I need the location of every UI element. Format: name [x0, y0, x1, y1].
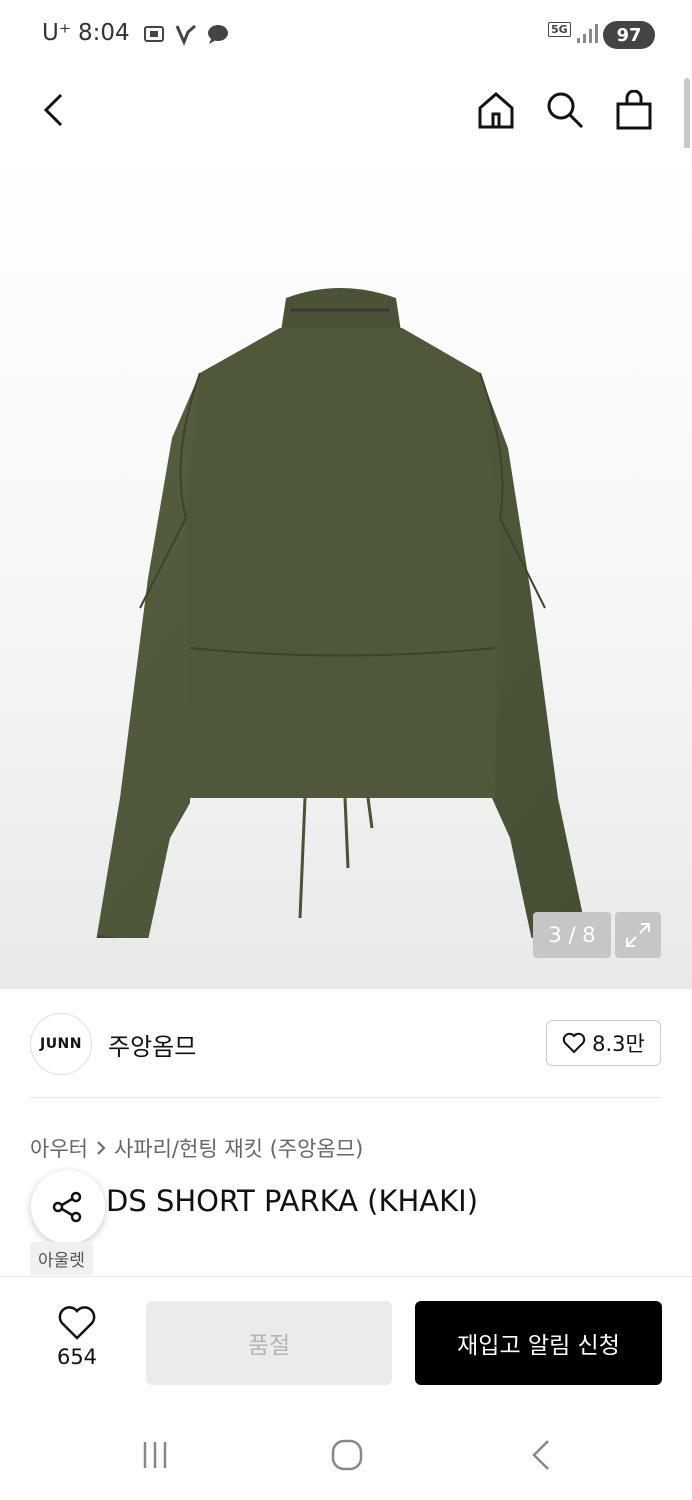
soldout-button: 품절	[146, 1301, 392, 1385]
product-image-gallery[interactable]: 3 / 8	[0, 148, 692, 989]
signal-icon	[577, 24, 598, 43]
gallery-page-indicator: 3 / 8	[533, 912, 611, 958]
divider	[30, 1097, 662, 1098]
shopping-bag-icon	[616, 90, 652, 130]
search-icon	[547, 92, 584, 129]
battery-level: 97	[616, 24, 642, 46]
brand-logo-text: JUNN	[39, 1036, 82, 1052]
share-button[interactable]	[31, 1170, 105, 1244]
home-circle-icon	[331, 1439, 363, 1471]
breadcrumb-subcategory[interactable]: 사파리/헌팅 재킷 (주앙옴므)	[114, 1133, 363, 1163]
brand-logo[interactable]: JUNN	[30, 1013, 92, 1075]
app-notification-icon	[175, 24, 196, 46]
breadcrumb: 아우터 사파리/헌팅 재킷 (주앙옴므)	[30, 1133, 363, 1163]
brand-row: JUNN 주앙옴므 8.3만	[0, 989, 692, 1097]
product-title-text: DS SHORT PARKA (KHAKI)	[106, 1184, 479, 1218]
carrier-label: U⁺	[42, 20, 71, 46]
wishlist-count: 654	[56, 1345, 98, 1369]
system-nav-bar	[0, 1400, 692, 1500]
back-nav-icon	[532, 1440, 549, 1470]
back-icon	[43, 93, 63, 127]
screenshot-icon	[144, 26, 164, 42]
network-5g-icon: 5G	[548, 22, 571, 37]
back-button[interactable]	[30, 86, 78, 134]
bottom-action-bar: 654 품절 재입고 알림 신청	[0, 1276, 692, 1400]
breadcrumb-category[interactable]: 아우터	[30, 1133, 88, 1163]
expand-image-button[interactable]	[615, 912, 661, 958]
top-app-bar	[0, 72, 692, 148]
search-button[interactable]	[541, 86, 589, 134]
expand-icon	[626, 923, 650, 947]
outlet-tag: 아울렛	[30, 1242, 93, 1275]
brand-name[interactable]: 주앙옴므	[108, 1027, 196, 1062]
home-nav-button[interactable]	[322, 1430, 372, 1480]
restock-alert-button[interactable]: 재입고 알림 신청	[415, 1301, 662, 1385]
heart-icon	[58, 1306, 96, 1340]
home-button[interactable]	[472, 86, 520, 134]
chat-bubble-icon	[208, 25, 228, 44]
brand-like-button[interactable]: 8.3만	[546, 1020, 661, 1066]
product-photo-jacket	[94, 288, 592, 938]
recent-apps-icon	[143, 1442, 167, 1468]
back-nav-button[interactable]	[516, 1430, 566, 1480]
wishlist-button[interactable]: 654	[40, 1305, 114, 1369]
battery-icon: 97	[603, 21, 655, 49]
notification-icons	[142, 22, 230, 46]
home-icon	[478, 92, 514, 129]
share-icon	[52, 1191, 82, 1223]
status-bar: U⁺ 8:04 5G 97	[0, 0, 692, 72]
brand-like-count: 8.3만	[592, 1032, 645, 1056]
cart-button[interactable]	[610, 86, 658, 134]
heart-icon	[562, 1032, 586, 1054]
chevron-right-icon	[97, 1141, 106, 1155]
recent-apps-button[interactable]	[130, 1430, 180, 1480]
status-time: 8:04	[78, 20, 130, 46]
